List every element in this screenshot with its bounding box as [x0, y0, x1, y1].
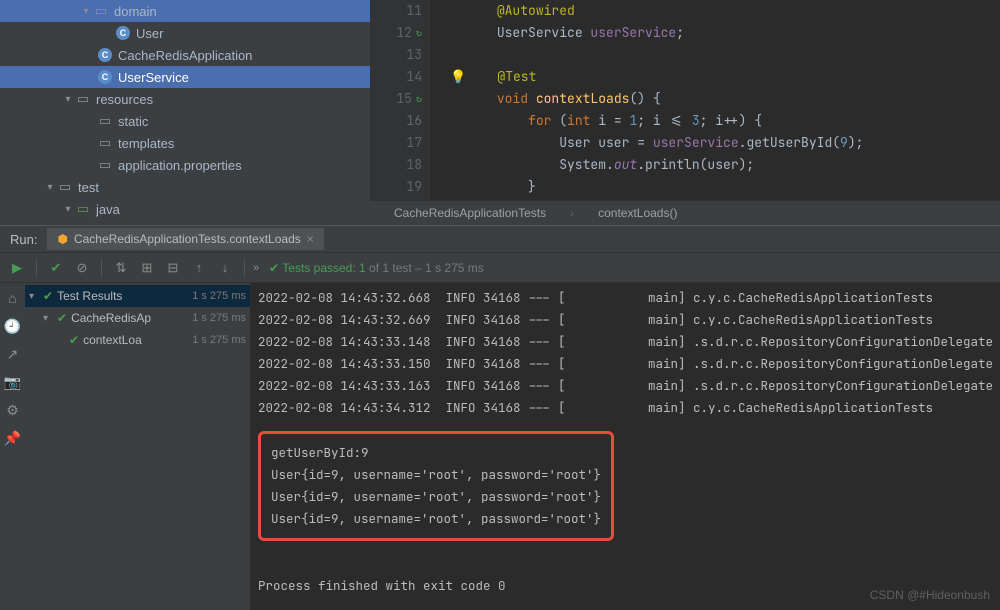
code-area[interactable]: @Autowired UserService userService; 💡 @T…: [430, 0, 1000, 200]
folder-icon: ▭: [56, 179, 74, 195]
test-results-class[interactable]: ▾ ✔ CacheRedisAp 1 s 275 ms: [25, 307, 250, 329]
breadcrumb: CacheRedisApplicationTests › contextLoad…: [370, 200, 1000, 225]
chevron-down-icon: ▾: [29, 291, 43, 302]
tree-item-resources[interactable]: ▾ ▭ resources: [0, 88, 370, 110]
test-summary: ✔ Tests passed: 1 of 1 test – 1 s 275 ms: [269, 261, 484, 275]
tree-label: UserService: [118, 70, 189, 85]
run-gutter-icon[interactable]: ↻: [416, 88, 422, 110]
tree-item-user[interactable]: C User: [0, 22, 370, 44]
tree-label: CacheRedisApplication: [118, 48, 252, 63]
chevron-down-icon: ▾: [44, 182, 56, 193]
tree-label: resources: [96, 92, 153, 107]
tree-item-static[interactable]: ▭ static: [0, 110, 370, 132]
tree-label: templates: [118, 136, 174, 151]
export-icon[interactable]: ↗: [4, 345, 22, 363]
test-results-tree[interactable]: ▾ ✔ Test Results 1 s 275 ms ▾ ✔ CacheRed…: [25, 283, 250, 610]
class-icon: C: [114, 26, 132, 40]
test-config-icon: ⬢: [57, 232, 67, 246]
folder-icon: ▭: [74, 201, 92, 217]
tree-item-props[interactable]: ▭ application.properties: [0, 154, 370, 176]
watermark: CSDN @#Hideonbush: [870, 584, 990, 606]
run-tab-item[interactable]: ⬢ CacheRedisApplicationTests.contextLoad…: [47, 228, 323, 250]
folder-icon: ▭: [74, 91, 92, 107]
run-label: Run:: [0, 232, 47, 247]
history-icon[interactable]: 🕘: [4, 317, 22, 335]
highlighted-output: getUserById:9 User{id=9, username='root'…: [258, 431, 614, 541]
tree-label: static: [118, 114, 148, 129]
check-icon: ✔: [43, 289, 53, 303]
settings-icon[interactable]: ⚙: [4, 401, 22, 419]
tree-label: java: [96, 202, 120, 217]
chevron-down-icon: ▾: [62, 94, 74, 105]
run-tab-label: CacheRedisApplicationTests.contextLoads: [74, 232, 301, 246]
log-line: 2022-02-08 14:43:33.163 INFO 34168 --- […: [258, 375, 992, 397]
run-toolbar: ▶ ✔ ⊘ ⇅ ⊞ ⊟ ↑ ↓ » ✔ Tests passed: 1 of 1…: [0, 253, 1000, 283]
tree-item-service[interactable]: C UserService: [0, 66, 370, 88]
chevron-down-icon: ▾: [80, 6, 92, 17]
nav-down-button[interactable]: ↓: [214, 257, 236, 279]
tree-label: test: [78, 180, 99, 195]
tree-item-app[interactable]: C CacheRedisApplication: [0, 44, 370, 66]
editor-gutter: 11 12↻ 13 14 15↻ 16 17 18 19: [370, 0, 430, 200]
sort-button[interactable]: ⇅: [110, 257, 132, 279]
run-side-toolbar: ⌂ 🕘 ↗ 📷 ⚙ 📌: [0, 283, 25, 610]
chevron-right-icon: ›: [570, 206, 574, 220]
tree-label: application.properties: [118, 158, 242, 173]
check-icon: ✔: [57, 311, 67, 325]
rerun-button[interactable]: ▶: [6, 257, 28, 279]
tree-item-templates[interactable]: ▭ templates: [0, 132, 370, 154]
check-icon: ✔: [69, 333, 79, 347]
code-editor[interactable]: 11 12↻ 13 14 15↻ 16 17 18 19 @Autowired …: [370, 0, 1000, 225]
show-passed-button[interactable]: ✔: [45, 257, 67, 279]
annotation: @Autowired: [497, 2, 575, 19]
show-ignored-button[interactable]: ⊘: [71, 257, 93, 279]
console-output[interactable]: 2022-02-08 14:43:32.668 INFO 34168 --- […: [250, 283, 1000, 610]
test-results-root[interactable]: ▾ ✔ Test Results 1 s 275 ms: [25, 285, 250, 307]
test-results-method[interactable]: ✔ contextLoa 1 s 275 ms: [25, 329, 250, 351]
breadcrumb-class[interactable]: CacheRedisApplicationTests: [390, 206, 550, 220]
tree-item-java[interactable]: ▾ ▭ java: [0, 198, 370, 220]
tree-label: User: [136, 26, 163, 41]
chevron-down-icon: ▾: [43, 313, 57, 324]
collapse-all-button[interactable]: ⊟: [162, 257, 184, 279]
log-line: 2022-02-08 14:43:32.668 INFO 34168 --- […: [258, 287, 992, 309]
log-line: 2022-02-08 14:43:32.669 INFO 34168 --- […: [258, 309, 992, 331]
run-tab-bar: Run: ⬢ CacheRedisApplicationTests.contex…: [0, 225, 1000, 253]
package-icon: ▭: [92, 3, 110, 19]
camera-icon[interactable]: 📷: [4, 373, 22, 391]
tree-item-test[interactable]: ▾ ▭ test: [0, 176, 370, 198]
expand-all-button[interactable]: ⊞: [136, 257, 158, 279]
chevron-right-icon[interactable]: »: [253, 262, 259, 274]
class-icon: C: [96, 70, 114, 84]
breadcrumb-method[interactable]: contextLoads(): [594, 206, 681, 220]
class-icon: C: [96, 48, 114, 62]
log-line: 2022-02-08 14:43:33.148 INFO 34168 --- […: [258, 331, 992, 353]
log-line: 2022-02-08 14:43:34.312 INFO 34168 --- […: [258, 397, 992, 419]
tree-item-domain[interactable]: ▾ ▭ domain: [0, 0, 370, 22]
log-line: 2022-02-08 14:43:33.150 INFO 34168 --- […: [258, 353, 992, 375]
file-icon: ▭: [96, 157, 114, 173]
run-gutter-icon[interactable]: ↻: [416, 22, 422, 44]
nav-up-button[interactable]: ↑: [188, 257, 210, 279]
close-icon[interactable]: ×: [307, 232, 314, 246]
home-icon[interactable]: ⌂: [4, 289, 22, 307]
folder-icon: ▭: [96, 113, 114, 129]
pin-icon[interactable]: 📌: [4, 429, 22, 447]
chevron-down-icon: ▾: [62, 204, 74, 215]
tree-label: domain: [114, 4, 157, 19]
project-tree[interactable]: ▾ ▭ domain C User C CacheRedisApplicatio…: [0, 0, 370, 225]
bulb-icon[interactable]: 💡: [450, 68, 466, 85]
folder-icon: ▭: [96, 135, 114, 151]
